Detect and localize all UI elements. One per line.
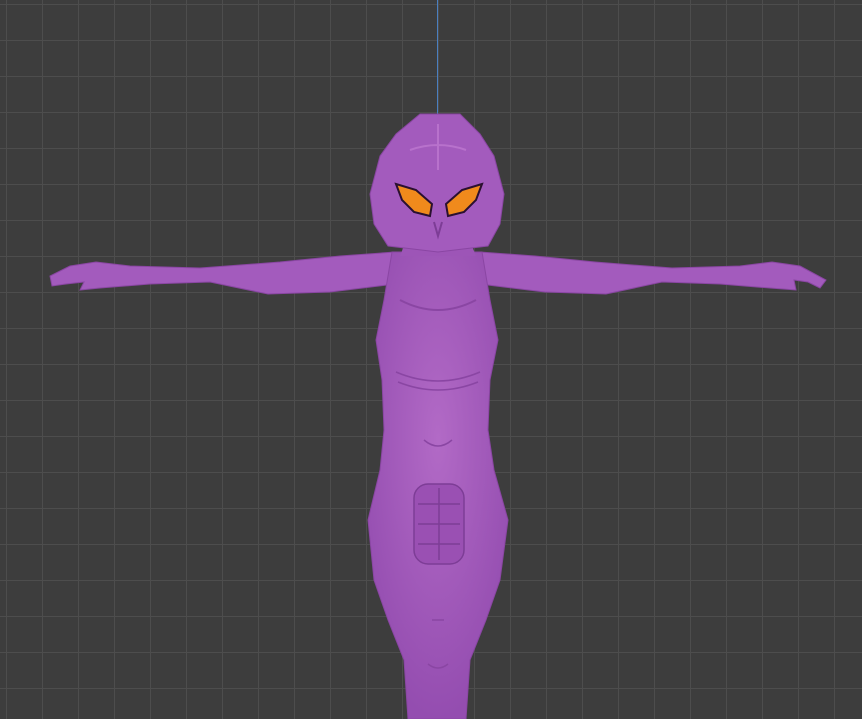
alien-character-model[interactable] [0,0,862,719]
left-arm [49,251,396,295]
right-arm [479,251,827,295]
3d-viewport[interactable] [0,0,862,719]
